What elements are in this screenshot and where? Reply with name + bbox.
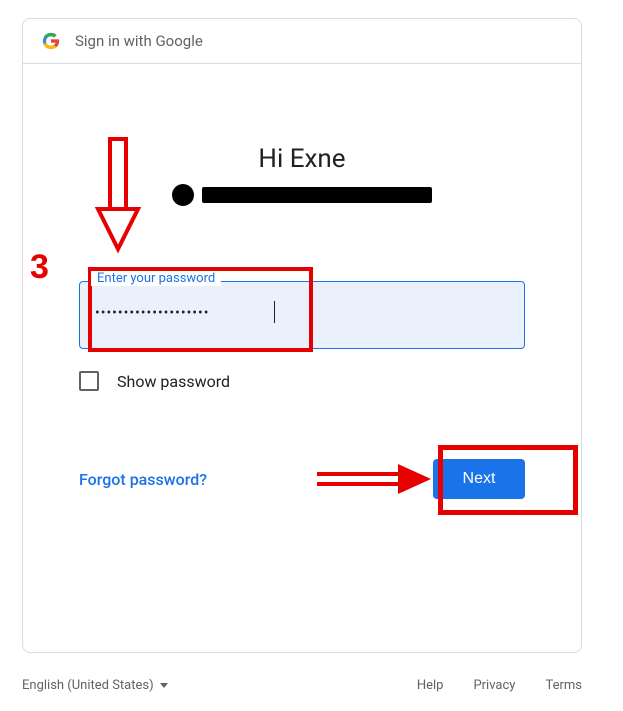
footer: English (United States) Help Privacy Ter… (22, 678, 582, 693)
signin-card: Sign in with Google Hi Exne Enter your p… (22, 18, 582, 653)
show-password-checkbox[interactable] (79, 371, 99, 391)
google-logo-icon (41, 31, 61, 51)
header-title: Sign in with Google (75, 32, 203, 50)
avatar-icon (172, 184, 194, 206)
account-chip[interactable] (79, 184, 525, 206)
text-cursor (274, 301, 275, 323)
show-password-row: Show password (79, 371, 525, 391)
footer-links: Help Privacy Terms (417, 678, 582, 693)
caret-down-icon (160, 683, 168, 688)
annotation-step-number: 3 (30, 248, 49, 287)
privacy-link[interactable]: Privacy (473, 678, 515, 693)
terms-link[interactable]: Terms (545, 678, 582, 693)
language-label: English (United States) (22, 678, 154, 693)
card-header: Sign in with Google (23, 19, 581, 64)
language-selector[interactable]: English (United States) (22, 678, 168, 693)
help-link[interactable]: Help (417, 678, 444, 693)
email-redacted (202, 187, 432, 203)
password-field-wrap: Enter your password •••••••••••••••••••• (79, 281, 525, 349)
password-label: Enter your password (91, 271, 221, 286)
next-button[interactable]: Next (433, 459, 525, 499)
actions-row: Forgot password? Next (79, 459, 525, 499)
forgot-password-link[interactable]: Forgot password? (79, 470, 207, 489)
card-content: Hi Exne Enter your password ••••••••••••… (23, 64, 581, 499)
greeting-heading: Hi Exne (79, 144, 525, 174)
password-input[interactable] (79, 281, 525, 349)
show-password-label: Show password (117, 372, 230, 391)
